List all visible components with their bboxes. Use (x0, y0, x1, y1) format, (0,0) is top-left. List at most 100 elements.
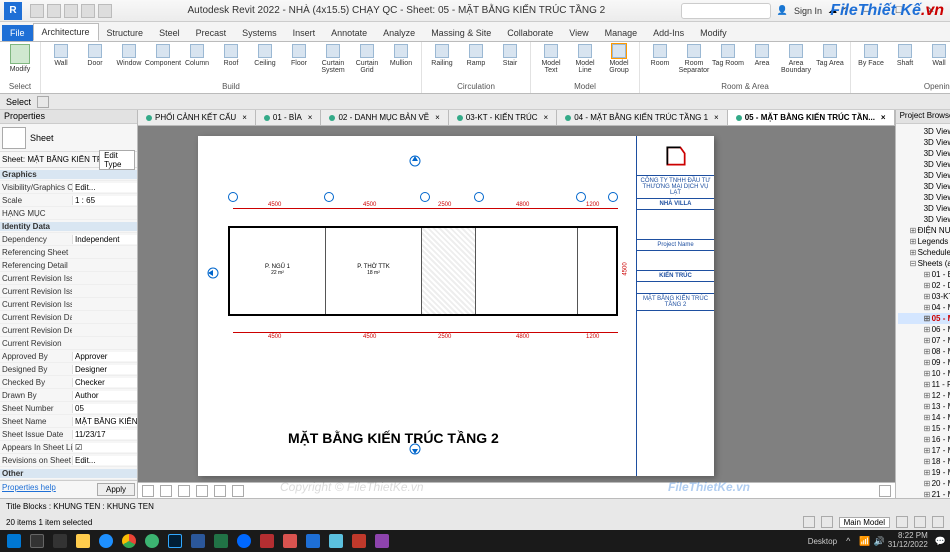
ribbon-tab-insert[interactable]: Insert (285, 25, 324, 41)
app-icon[interactable] (326, 532, 346, 550)
close-tab-icon[interactable]: × (881, 113, 886, 122)
area-boundary-button[interactable]: Area Boundary (780, 44, 812, 74)
expand-icon[interactable]: ⊞ (924, 390, 932, 401)
ribbon-tab-modify[interactable]: Modify (692, 25, 735, 41)
property-row[interactable]: Current Revision Issue... (0, 285, 137, 298)
property-row[interactable]: Sheet NameMẶT BẰNG KIẾN TRÚC... (0, 415, 137, 428)
property-row[interactable]: Checked ByChecker (0, 376, 137, 389)
wall-button[interactable]: Wall (923, 44, 950, 67)
tree-node[interactable]: ⊞10 - MẶT CẮT 1-1 (898, 368, 950, 379)
view-tab[interactable]: 02 - DANH MỤC BẢN VẼ× (321, 110, 448, 125)
options-dropdown-icon[interactable] (37, 96, 49, 108)
expand-icon[interactable]: ⊞ (924, 423, 932, 434)
property-row[interactable]: Current Revision Desc... (0, 324, 137, 337)
property-row[interactable]: Approved ByApprover (0, 350, 137, 363)
expand-icon[interactable]: ⊞ (924, 489, 932, 498)
property-value[interactable]: MẶT BẰNG KIẾN TRÚC... (72, 417, 137, 426)
tree-node[interactable]: 3D View: PHỐI CẢNH 2 (898, 137, 950, 148)
scale-button[interactable] (142, 485, 154, 497)
close-tab-icon[interactable]: × (242, 113, 247, 122)
expand-icon[interactable]: ⊞ (924, 335, 932, 346)
tree-node[interactable]: ⊞19 - MẶT BẰNG BỐ TRÍ CỬA TẦNG 1 (898, 467, 950, 478)
property-value[interactable]: Edit... (72, 456, 137, 465)
properties-help-link[interactable]: Properties help (2, 483, 56, 496)
property-row[interactable]: Revisions on SheetEdit... (0, 454, 137, 467)
coccoc-icon[interactable] (142, 532, 162, 550)
property-row[interactable]: Sheet Issue Date11/23/17 (0, 428, 137, 441)
start-button[interactable] (4, 532, 24, 550)
property-value[interactable]: 1 : 65 (72, 196, 137, 205)
property-section[interactable]: Other (0, 469, 137, 478)
ceiling-button[interactable]: Ceiling (249, 44, 281, 74)
expand-icon[interactable]: ⊞ (924, 456, 932, 467)
edit-type-button[interactable]: Edit Type (99, 150, 135, 170)
door-button[interactable]: Door (79, 44, 111, 74)
apply-button[interactable]: Apply (97, 483, 135, 496)
detail-level-icon[interactable] (160, 485, 172, 497)
tree-node[interactable]: ⊞02 - DANH MỤC BẢN VẼ (898, 280, 950, 291)
notifications-icon[interactable]: 💬 (935, 536, 946, 547)
tree-node[interactable]: 3D View: PHỐI CẢNH GT2 (898, 159, 950, 170)
tree-node[interactable]: 3D View: PHỐI CẢNH MẶT CẮT 2-2 (898, 192, 950, 203)
tree-node[interactable]: ⊞08 - MẶT ĐỨNG TRỤC B-A (898, 346, 950, 357)
tree-node[interactable]: ⊞09 - MẶT ĐỨNG TRỤC A-B (898, 357, 950, 368)
tree-node[interactable]: ⊞11 - PHỐI CẢNH MC 1-1 (898, 379, 950, 390)
select-pinned-icon[interactable] (914, 516, 926, 528)
ramp-button[interactable]: Ramp (460, 44, 492, 67)
model-group-button[interactable]: Model Group (603, 44, 635, 74)
property-section[interactable]: Graphics (0, 170, 137, 179)
qat-open-icon[interactable] (30, 4, 44, 18)
tree-node[interactable]: ⊞03-KT - KIẾN TRÚC (898, 291, 950, 302)
grid-bubble[interactable] (474, 192, 484, 202)
type-selector[interactable]: Sheet (0, 124, 137, 152)
property-value[interactable]: Approver (72, 352, 137, 361)
model-text-button[interactable]: Model Text (535, 44, 567, 74)
model-line-button[interactable]: Model Line (569, 44, 601, 74)
expand-icon[interactable]: ⊞ (924, 302, 932, 313)
floor-button[interactable]: Floor (283, 44, 315, 74)
select-links-icon[interactable] (896, 516, 908, 528)
collapse-icon[interactable]: ⊟ (910, 258, 918, 269)
ribbon-tab-analyze[interactable]: Analyze (375, 25, 423, 41)
close-tab-icon[interactable]: × (435, 113, 440, 122)
drawing-canvas[interactable]: 4500 4500 2500 4800 1200 4500 4500 2500 … (138, 126, 895, 482)
tree-node[interactable]: ⊞ĐIỆN NƯỚC (M&E) (898, 225, 950, 236)
property-row[interactable]: HẠNG MỤC (0, 207, 137, 220)
tree-node[interactable]: ⊞Schedules/Quantities (all) (898, 247, 950, 258)
property-row[interactable]: Current Revision Issued (0, 272, 137, 285)
volume-icon[interactable]: 🔊 (874, 536, 885, 547)
filter-icon[interactable] (932, 516, 944, 528)
tree-node[interactable]: ⊞16 - MẶT BẰNG LÁT GẠCH TẦNG 1 (898, 434, 950, 445)
property-row[interactable]: Current Revision Issue... (0, 298, 137, 311)
expand-icon[interactable]: ⊞ (924, 368, 932, 379)
tree-node[interactable]: ⊞06 - MẶT BẰNG KIẾN TRÚC TẦNG 3 (898, 324, 950, 335)
property-row[interactable]: Appears In Sheet List☑ (0, 441, 137, 454)
close-tab-icon[interactable]: × (308, 113, 313, 122)
expand-icon[interactable]: ⊞ (924, 401, 932, 412)
ribbon-tab-architecture[interactable]: Architecture (33, 23, 99, 41)
property-row[interactable]: Referencing Sheet (0, 246, 137, 259)
grid-bubble[interactable] (228, 192, 238, 202)
component-button[interactable]: Component (147, 44, 179, 74)
expand-icon[interactable]: ⊞ (910, 236, 918, 247)
window-button[interactable]: Window (113, 44, 145, 74)
expand-icon[interactable]: ⊞ (924, 412, 932, 423)
tree-node[interactable]: ⊞15 - MẶT BẰNG TƯỜNG XÂY TẦNG 3 (898, 423, 950, 434)
ribbon-tab-file[interactable]: File (2, 25, 33, 41)
close-tab-icon[interactable]: × (714, 113, 719, 122)
ribbon-tab-annotate[interactable]: Annotate (323, 25, 375, 41)
property-row[interactable]: Drawn ByAuthor (0, 389, 137, 402)
qat-save-icon[interactable] (47, 4, 61, 18)
visual-style-icon[interactable] (178, 485, 190, 497)
tree-node[interactable]: 3D View: PHỐI CẢNH MẶT CẮT 1-1 (898, 181, 950, 192)
elevation-marker-icon[interactable] (206, 266, 220, 280)
curtain-grid-button[interactable]: Curtain Grid (351, 44, 383, 74)
revit-icon[interactable] (303, 532, 323, 550)
qat-redo-icon[interactable] (81, 4, 95, 18)
ribbon-tab-steel[interactable]: Steel (151, 25, 188, 41)
expand-icon[interactable]: ⊞ (910, 225, 918, 236)
expand-icon[interactable]: ⊞ (924, 291, 932, 302)
property-row[interactable]: DependencyIndependent (0, 233, 137, 246)
ribbon-tab-collaborate[interactable]: Collaborate (499, 25, 561, 41)
tree-node[interactable]: ⊞21 - MẶT BẰNG BỐ TRÍ CỬA TẦNG 3 (898, 489, 950, 498)
